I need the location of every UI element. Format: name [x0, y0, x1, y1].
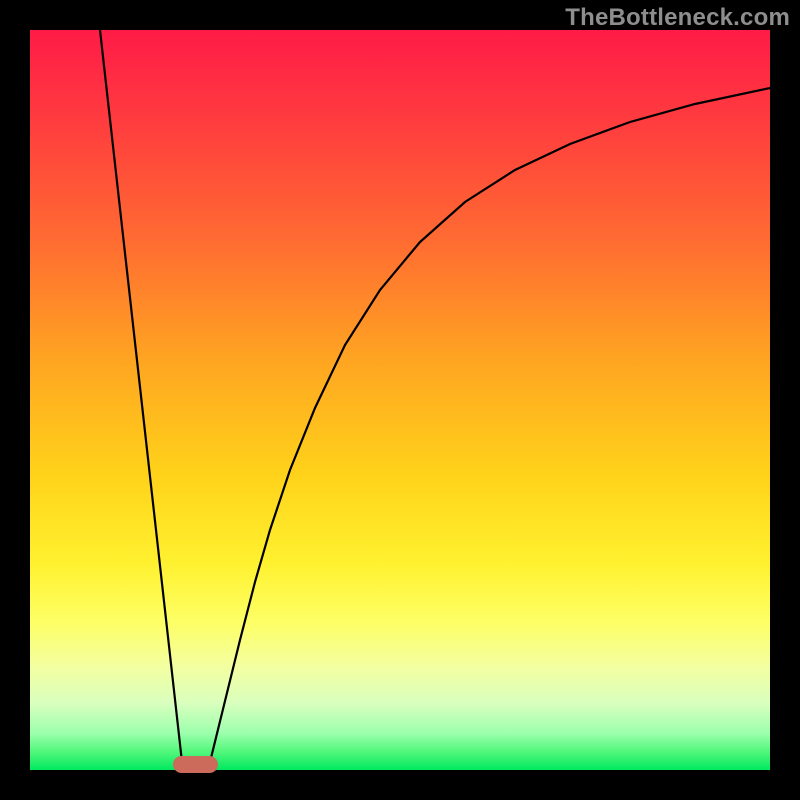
bottleneck-marker: [173, 756, 218, 773]
watermark-text: TheBottleneck.com: [565, 4, 790, 32]
right-curve-line: [210, 88, 770, 762]
chart-frame: TheBottleneck.com: [0, 0, 800, 800]
curve-layer: [30, 30, 770, 770]
plot-area: [30, 30, 770, 770]
left-descent-line: [100, 30, 182, 762]
